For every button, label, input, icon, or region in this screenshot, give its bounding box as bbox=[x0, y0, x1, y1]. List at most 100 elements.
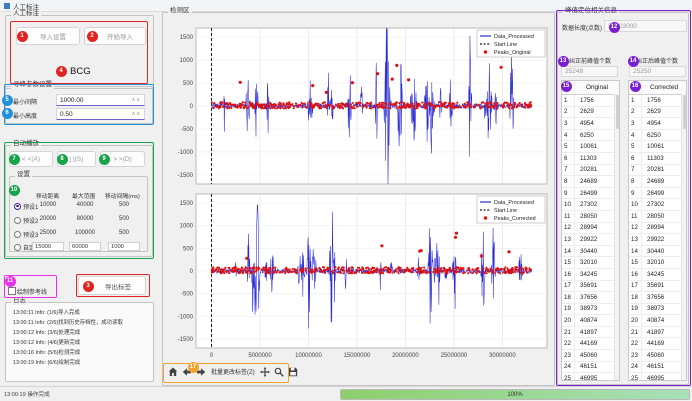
table-row[interactable]: 17 35691 bbox=[562, 281, 619, 293]
table-row[interactable]: 7 20281 bbox=[629, 165, 686, 177]
table-row[interactable]: 15 32010 bbox=[629, 257, 686, 269]
table-row[interactable]: 4 6250 bbox=[562, 130, 619, 142]
log-line: 13:00:12 Info: (3/6)处理完成 bbox=[13, 328, 123, 338]
table-row[interactable]: 20 40874 bbox=[629, 315, 686, 327]
table-row[interactable]: 8 24689 bbox=[562, 176, 619, 188]
table-row[interactable]: 14 30440 bbox=[629, 246, 686, 258]
table-row[interactable]: 25 46995 bbox=[629, 373, 686, 381]
table-row[interactable]: 7 20281 bbox=[562, 165, 619, 177]
batch-edit-labels-button[interactable]: 批量更改标签(Z) bbox=[211, 367, 255, 376]
preset-radio[interactable] bbox=[14, 217, 21, 224]
table-row[interactable]: 13 29922 bbox=[629, 234, 686, 246]
log-line: 13:00:12 Info: (4/6)更新完成 bbox=[13, 338, 123, 348]
reference-line-label: 绘制参考线 bbox=[17, 287, 47, 296]
table-row[interactable]: 19 38973 bbox=[629, 304, 686, 316]
step-back-label: < <(A) bbox=[22, 156, 40, 163]
table-row[interactable]: 22 44169 bbox=[562, 338, 619, 350]
table-row[interactable]: 14 30440 bbox=[562, 246, 619, 258]
annotation-badge-5: 5 bbox=[2, 95, 13, 106]
app-icon bbox=[4, 3, 10, 9]
peaks-table-original[interactable]: Original 1 1756 2 2629 3 4954 4 6250 5 1… bbox=[561, 80, 620, 381]
table-row[interactable]: 25 46995 bbox=[562, 373, 619, 381]
min-interval-value: 1000.00 bbox=[60, 97, 84, 104]
min-interval-spinbox[interactable]: 1000.00 ∧∨ bbox=[56, 94, 145, 106]
preset-custom-input[interactable] bbox=[108, 242, 140, 251]
table-row[interactable]: 22 44169 bbox=[629, 338, 686, 350]
preset-value: 10000 bbox=[32, 202, 64, 208]
svg-text:1500: 1500 bbox=[180, 35, 194, 41]
table-row[interactable]: 24 46151 bbox=[629, 362, 686, 374]
table-row[interactable]: 9 26499 bbox=[629, 188, 686, 200]
preset-radio[interactable] bbox=[14, 244, 21, 251]
preset-custom-input[interactable] bbox=[32, 242, 64, 251]
table-row[interactable]: 18 37656 bbox=[629, 292, 686, 304]
table-row[interactable]: 3 4954 bbox=[629, 118, 686, 130]
table-row[interactable]: 2 2629 bbox=[562, 107, 619, 119]
table-row[interactable]: 21 41897 bbox=[629, 327, 686, 339]
table-row[interactable]: 17 35691 bbox=[629, 281, 686, 293]
table-row[interactable]: 16 34245 bbox=[629, 269, 686, 281]
home-icon[interactable] bbox=[167, 366, 178, 377]
spinner-arrows-icon[interactable]: ∧∨ bbox=[132, 97, 141, 103]
table-row[interactable]: 13 29922 bbox=[562, 234, 619, 246]
table-row[interactable]: 6 11303 bbox=[562, 153, 619, 165]
table-row[interactable]: 5 10061 bbox=[562, 141, 619, 153]
table-row[interactable]: 23 45060 bbox=[562, 350, 619, 362]
table-scrollbar[interactable] bbox=[681, 94, 686, 380]
signal-chart-top[interactable]: -1500 -1000 -500 0 500 1000 1500Data_Pro… bbox=[166, 20, 552, 188]
plot-toolbar: 批量更改标签(Z) bbox=[167, 366, 299, 377]
table-row[interactable]: 19 38973 bbox=[562, 304, 619, 316]
peaks-table-corrected[interactable]: Corrected 1 1756 2 2629 3 4954 4 6250 5 … bbox=[628, 80, 687, 381]
log-line: 13:00:16 Info: (5/6)检测完成 bbox=[13, 348, 123, 358]
table-row[interactable]: 15 32010 bbox=[562, 257, 619, 269]
pre-count-field: 25248 bbox=[561, 66, 618, 77]
log-line: 13:00:11 Info: (2/6)找到历史存档性，成功读取 bbox=[13, 318, 123, 328]
table-row[interactable]: 8 24689 bbox=[629, 176, 686, 188]
log-lines[interactable]: 13:00:11 Info: (1/6)导入完成13:00:11 Info: (… bbox=[13, 308, 123, 368]
table-row[interactable]: 12 28994 bbox=[629, 223, 686, 235]
table-row[interactable]: 11 28050 bbox=[629, 211, 686, 223]
import-settings-label: 导入设置 bbox=[40, 31, 66, 41]
post-count-label: 纠正后峰值个数 bbox=[636, 56, 678, 65]
table-row[interactable]: 10 27302 bbox=[562, 199, 619, 211]
svg-text:1000: 1000 bbox=[180, 224, 194, 230]
preset-value: 500 bbox=[108, 216, 140, 222]
table-row[interactable]: 4 6250 bbox=[629, 130, 686, 142]
settings-title: 设置 bbox=[15, 172, 32, 179]
table-row[interactable]: 18 37656 bbox=[562, 292, 619, 304]
pan-icon[interactable] bbox=[260, 366, 271, 377]
min-height-spinbox[interactable]: 0.50 ∧∨ bbox=[56, 108, 145, 120]
table-row[interactable]: 12 28994 bbox=[562, 223, 619, 235]
peak-info-title: 峰值定位相关信息 bbox=[563, 8, 619, 15]
signal-chart-bottom[interactable]: -1500 -1000 -500 0 500 1000 150005000000… bbox=[166, 188, 552, 364]
table-row[interactable]: 3 4954 bbox=[562, 118, 619, 130]
table-row[interactable]: 20 40874 bbox=[562, 315, 619, 327]
post-count-field: 25250 bbox=[629, 66, 686, 77]
reference-line-checkbox[interactable] bbox=[8, 287, 16, 295]
table-row[interactable]: 2 2629 bbox=[629, 107, 686, 119]
table-row[interactable]: 5 10061 bbox=[629, 141, 686, 153]
export-labels-label: 导出标签 bbox=[105, 281, 131, 291]
table-row[interactable]: 23 45060 bbox=[629, 350, 686, 362]
table-row[interactable]: 16 34245 bbox=[562, 269, 619, 281]
log-group: 日志 13:00:11 Info: (1/6)导入完成13:00:11 Info… bbox=[5, 302, 154, 382]
spinner-arrows-icon[interactable]: ∧∨ bbox=[132, 111, 141, 117]
table-row[interactable]: 24 46151 bbox=[562, 362, 619, 374]
table-row[interactable]: 10 27302 bbox=[629, 199, 686, 211]
svg-text:0: 0 bbox=[190, 269, 194, 275]
annotation-badge-17: 17 bbox=[188, 362, 199, 373]
preset-radio[interactable] bbox=[14, 203, 21, 210]
min-height-value: 0.50 bbox=[60, 111, 73, 118]
table-row[interactable]: 21 41897 bbox=[562, 327, 619, 339]
table-row[interactable]: 11 28050 bbox=[562, 211, 619, 223]
preset-value: 100000 bbox=[69, 230, 101, 236]
table-row[interactable]: 1 1756 bbox=[562, 95, 619, 107]
zoom-icon[interactable] bbox=[274, 366, 285, 377]
table-row[interactable]: 1 1756 bbox=[629, 95, 686, 107]
preset-custom-input[interactable] bbox=[69, 242, 101, 251]
table-scrollbar[interactable] bbox=[614, 94, 619, 380]
save-icon[interactable] bbox=[288, 366, 299, 377]
table-row[interactable]: 6 11303 bbox=[629, 153, 686, 165]
table-row[interactable]: 9 26499 bbox=[562, 188, 619, 200]
preset-radio[interactable] bbox=[14, 231, 21, 238]
